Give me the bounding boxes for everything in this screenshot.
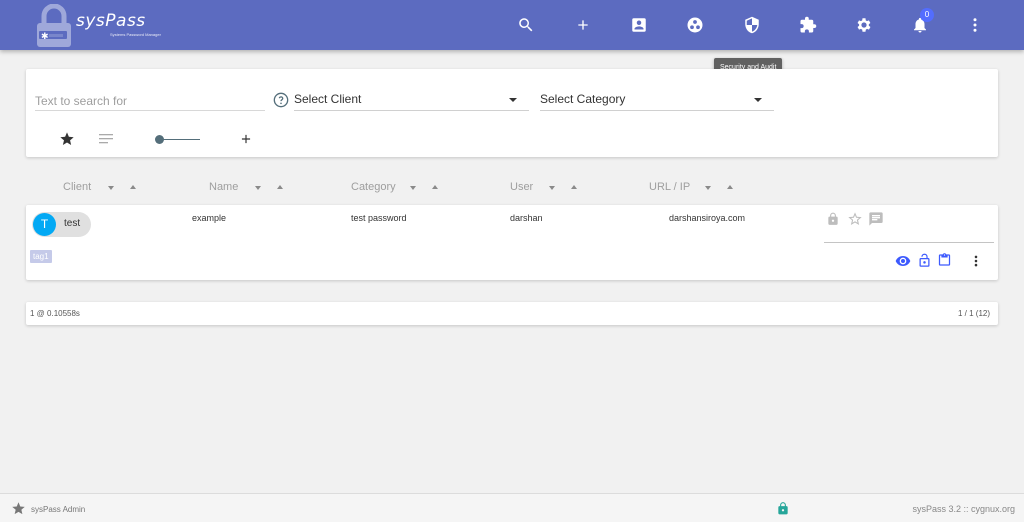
column-header-user[interactable]: User [510, 181, 533, 193]
query-timing: 1 @ 0.10558s [30, 309, 80, 318]
view-eye-icon[interactable] [894, 253, 912, 269]
sort-desc-icon[interactable] [705, 186, 711, 190]
client-name: test [64, 218, 81, 229]
category-select-label: Select Category [540, 92, 626, 106]
group-work-icon[interactable] [683, 13, 707, 37]
table-row[interactable]: T test example test password darshan dar… [26, 205, 998, 280]
account-category: test password [351, 213, 407, 223]
account-user: darshan [510, 213, 543, 223]
pagination-bar: 1 @ 0.10558s 1 / 1 (12) [26, 302, 998, 325]
sort-asc-icon[interactable] [727, 185, 733, 189]
show-password-lock-icon[interactable] [917, 252, 932, 269]
sort-asc-icon[interactable] [571, 185, 577, 189]
search-input[interactable] [35, 91, 265, 111]
padlock-logo-icon: ✱ [37, 4, 71, 47]
client-select-label: Select Client [294, 92, 362, 106]
app-name: sysPass [76, 11, 146, 31]
client-select-caret-icon [509, 98, 517, 102]
column-header-url[interactable]: URL / IP [649, 181, 690, 193]
account-name[interactable]: example [192, 213, 226, 223]
client-select[interactable]: Select Client [294, 89, 529, 111]
category-select-caret-icon [754, 98, 762, 102]
session-user[interactable]: sysPass Admin [31, 505, 85, 514]
notifications-icon[interactable]: 0 [908, 8, 934, 37]
page-indicator: 1 / 1 (12) [957, 309, 990, 318]
sort-desc-icon[interactable] [549, 186, 555, 190]
slider-track [159, 139, 200, 140]
search-icon[interactable] [514, 13, 538, 37]
column-header-category[interactable]: Category [351, 181, 396, 193]
sort-desc-icon[interactable] [108, 186, 114, 190]
footer: sysPass Admin sysPass 3.2 :: cygnux.org [0, 493, 1024, 522]
top-app-bar: ✱ sysPass Systems Password Manager 0 [0, 0, 1024, 50]
app-tagline: Systems Password Manager [110, 32, 161, 37]
account-url[interactable]: darshansiroya.com [669, 213, 745, 223]
security-icon[interactable] [740, 13, 764, 37]
admin-star-icon [12, 502, 25, 515]
view-mode-slider[interactable] [155, 135, 201, 145]
column-header-name[interactable]: Name [209, 181, 238, 193]
more-actions-icon[interactable] [969, 254, 983, 268]
account-box-icon[interactable] [627, 13, 651, 37]
lock-icon [828, 212, 838, 225]
search-panel: Select Client Select Category [26, 69, 998, 157]
column-header-client[interactable]: Client [63, 181, 91, 193]
sort-asc-icon[interactable] [130, 185, 136, 189]
sort-asc-icon[interactable] [432, 185, 438, 189]
session-lock-icon[interactable] [776, 500, 790, 517]
add-account-icon[interactable] [239, 132, 253, 146]
sort-asc-icon[interactable] [277, 185, 283, 189]
sort-desc-icon[interactable] [410, 186, 416, 190]
more-vert-icon[interactable] [963, 13, 987, 37]
svg-text:✱: ✱ [41, 32, 49, 42]
settings-icon[interactable] [852, 13, 876, 37]
copy-clipboard-icon[interactable] [937, 251, 952, 269]
avatar: T [33, 213, 56, 236]
sort-desc-icon[interactable] [255, 186, 261, 190]
notification-count-badge: 0 [920, 8, 934, 22]
app-logo[interactable]: ✱ sysPass Systems Password Manager [30, 0, 170, 50]
app-version[interactable]: sysPass 3.2 :: cygnux.org [912, 504, 1015, 514]
slider-thumb[interactable] [155, 135, 164, 144]
category-select[interactable]: Select Category [540, 89, 774, 111]
add-icon[interactable] [571, 13, 595, 37]
sort-lines-icon[interactable] [99, 134, 113, 144]
comment-icon[interactable] [868, 211, 884, 227]
actions-divider [824, 242, 994, 243]
star-outline-icon[interactable] [847, 211, 863, 227]
help-icon[interactable] [273, 92, 289, 108]
tag-chip[interactable]: tag1 [30, 250, 52, 263]
client-chip[interactable]: T test [32, 212, 91, 237]
favorites-filter-star-icon[interactable] [59, 131, 75, 147]
extension-icon[interactable] [796, 13, 820, 37]
